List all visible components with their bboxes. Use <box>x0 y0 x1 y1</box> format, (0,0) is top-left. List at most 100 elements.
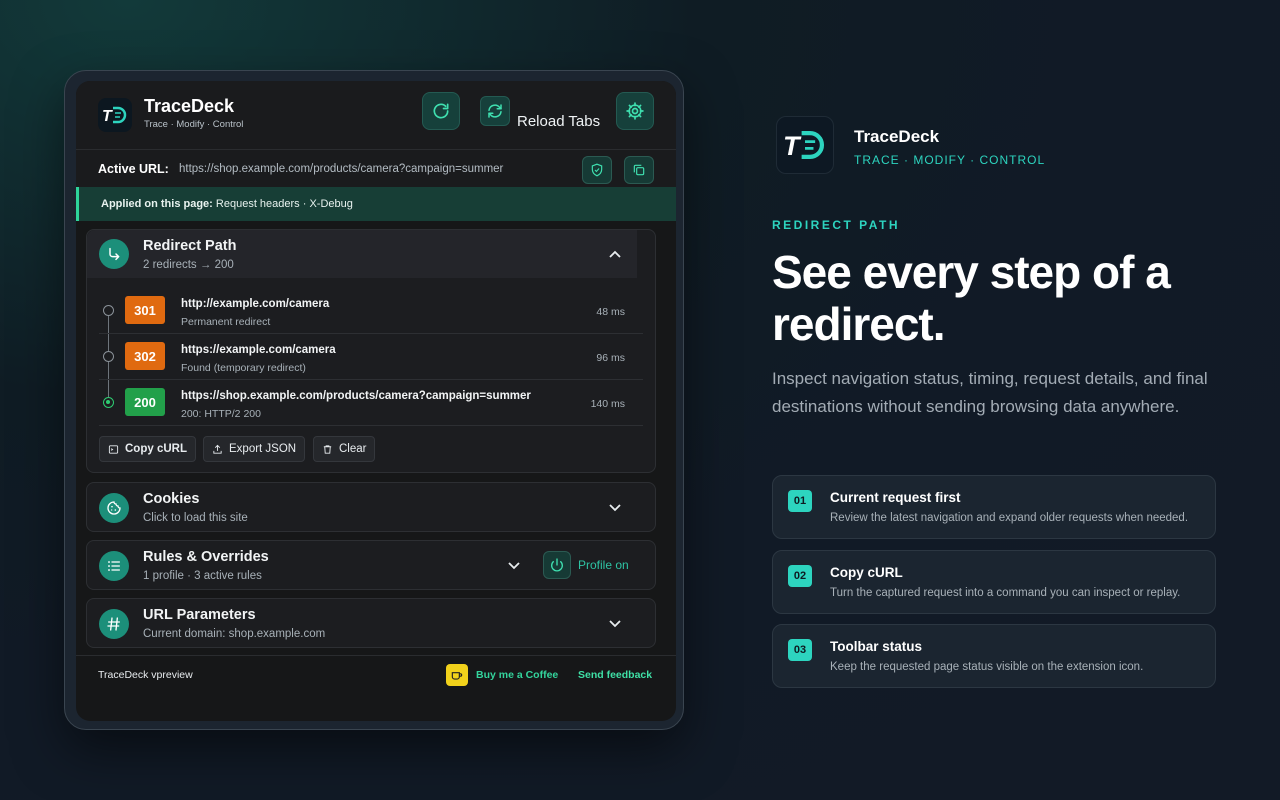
redirect-path-subtitle: 2 redirects → 200 <box>143 259 234 271</box>
rules-card[interactable]: Rules & Overrides 1 profile · 3 active r… <box>86 540 656 590</box>
hop-description: 200: HTTP/2 200 <box>181 408 261 420</box>
status-code-badge: 302 <box>125 342 165 370</box>
profile-on-label[interactable]: Profile on <box>578 558 629 572</box>
marketing-eyebrow: REDIRECT PATH <box>772 218 901 232</box>
feature-number: 02 <box>788 565 812 587</box>
export-json-label: Export JSON <box>229 443 297 455</box>
hop-description: Found (temporary redirect) <box>181 362 306 374</box>
feature-card: 03 Toolbar status Keep the requested pag… <box>772 624 1216 688</box>
rules-subtitle: 1 profile · 3 active rules <box>143 570 262 582</box>
marketing-body: Inspect navigation status, timing, reque… <box>772 369 1208 416</box>
redirect-hop[interactable]: 200 https://shop.example.com/products/ca… <box>99 380 643 426</box>
cookies-subtitle: Click to load this site <box>143 512 248 524</box>
tracedeck-logo-icon: T <box>776 116 834 174</box>
svg-text:T: T <box>102 108 113 125</box>
hop-url: http://example.com/camera <box>181 298 330 310</box>
feature-number: 01 <box>788 490 812 512</box>
refresh-icon <box>433 103 449 119</box>
feature-description: Review the latest navigation and expand … <box>830 512 1189 524</box>
trash-icon <box>323 444 332 454</box>
url-params-card[interactable]: URL Parameters Current domain: shop.exam… <box>86 598 656 648</box>
status-code-badge: 200 <box>125 388 165 416</box>
settings-button[interactable] <box>616 92 654 130</box>
terminal-icon <box>108 444 119 454</box>
profile-power-toggle[interactable] <box>543 551 571 579</box>
popup-brand: TraceDeck Trace · Modify · Control <box>144 96 243 130</box>
marketing-headline: See every step of a redirect. <box>772 246 1171 350</box>
power-icon <box>551 558 563 572</box>
send-feedback-link[interactable]: Send feedback <box>578 669 652 681</box>
status-code-badge: 301 <box>125 296 165 324</box>
device-frame: T TraceDeck Trace · Modify · Control Rel… <box>64 70 684 730</box>
chevron-down-icon[interactable] <box>608 617 622 631</box>
shield-check-icon <box>591 163 603 177</box>
reload-tabs-label[interactable]: Reload Tabs <box>517 113 600 130</box>
tracedeck-logo-icon: T <box>98 98 132 132</box>
popup-brand-tagline: Trace · Modify · Control <box>144 119 244 130</box>
hop-timing: 140 ms <box>590 398 625 410</box>
popup-brand-name: TraceDeck <box>144 96 235 116</box>
feature-title: Current request first <box>830 490 961 505</box>
url-params-title: URL Parameters <box>143 607 256 623</box>
popup-footer: TraceDeck vpreview Buy me a Coffee Send … <box>76 655 676 691</box>
feature-card: 02 Copy cURL Turn the captured request i… <box>772 550 1216 614</box>
reload-tabs-icon <box>488 104 502 118</box>
extension-popup: T TraceDeck Trace · Modify · Control Rel… <box>76 81 676 721</box>
cookies-title: Cookies <box>143 491 200 507</box>
chevron-down-icon[interactable] <box>608 501 622 515</box>
timeline-dot-final <box>103 397 114 408</box>
buy-coffee-link[interactable]: Buy me a Coffee <box>476 669 558 681</box>
redirect-arrow-icon <box>99 239 129 269</box>
redirect-hop[interactable]: 301 http://example.com/camera Permanent … <box>99 288 643 334</box>
rules-title: Rules & Overrides <box>143 549 269 565</box>
hop-timing: 96 ms <box>596 352 625 364</box>
timeline-dot <box>103 305 114 316</box>
export-icon <box>213 444 222 454</box>
active-url-value[interactable]: https://shop.example.com/products/camera… <box>179 163 503 175</box>
cookies-card[interactable]: Cookies Click to load this site <box>86 482 656 532</box>
reload-tabs-button[interactable] <box>480 96 510 126</box>
chevron-down-icon[interactable] <box>507 559 521 573</box>
settings-gear-icon <box>626 102 644 120</box>
redirect-hop[interactable]: 302 https://example.com/camera Found (te… <box>99 334 643 380</box>
feature-card: 01 Current request first Review the late… <box>772 475 1216 539</box>
copy-icon <box>633 164 645 176</box>
coffee-icon[interactable] <box>446 664 468 686</box>
hop-url: https://shop.example.com/products/camera… <box>181 390 531 402</box>
hop-description: Permanent redirect <box>181 316 271 328</box>
marketing-tagline: TRACE · MODIFY · CONTROL <box>854 153 1046 167</box>
url-params-subtitle: Current domain: shop.example.com <box>143 628 326 640</box>
clear-button[interactable]: Clear <box>313 436 376 462</box>
chevron-up-icon[interactable] <box>608 247 622 261</box>
redirect-path-title: Redirect Path <box>143 238 237 254</box>
redirect-path-header[interactable]: Redirect Path 2 redirects → 200 <box>87 230 637 278</box>
refresh-button[interactable] <box>422 92 460 130</box>
svg-text:T: T <box>783 130 802 161</box>
shield-button[interactable] <box>582 156 612 184</box>
export-json-button[interactable]: Export JSON <box>203 436 306 462</box>
copy-curl-label: Copy cURL <box>125 443 187 455</box>
active-url-row: Active URL: https://shop.example.com/pro… <box>76 149 676 187</box>
clear-label: Clear <box>339 443 367 455</box>
applied-value: Request headers · X-Debug <box>215 198 353 210</box>
version-label: TraceDeck vpreview <box>98 669 193 681</box>
marketing-brand-name: TraceDeck <box>854 127 940 146</box>
cookie-icon <box>99 493 129 523</box>
feature-number: 03 <box>788 639 812 661</box>
hop-timing: 48 ms <box>596 306 625 318</box>
applied-label: Applied on this page: <box>101 198 213 210</box>
copy-url-button[interactable] <box>624 156 654 184</box>
redirect-path-card: Redirect Path 2 redirects → 200 301 http… <box>86 229 656 473</box>
hash-icon <box>99 609 129 639</box>
feature-title: Toolbar status <box>830 639 923 654</box>
feature-description: Turn the captured request into a command… <box>830 587 1181 599</box>
popup-header: T TraceDeck Trace · Modify · Control Rel… <box>76 81 676 149</box>
hop-url: https://example.com/camera <box>181 344 336 356</box>
timeline-dot <box>103 351 114 362</box>
feature-description: Keep the requested page status visible o… <box>830 661 1144 673</box>
list-icon <box>99 551 129 581</box>
feature-title: Copy cURL <box>830 565 903 580</box>
active-url-label: Active URL: <box>98 162 169 176</box>
applied-banner: Applied on this page: Request headers · … <box>76 187 676 221</box>
copy-curl-button[interactable]: Copy cURL <box>99 436 196 462</box>
